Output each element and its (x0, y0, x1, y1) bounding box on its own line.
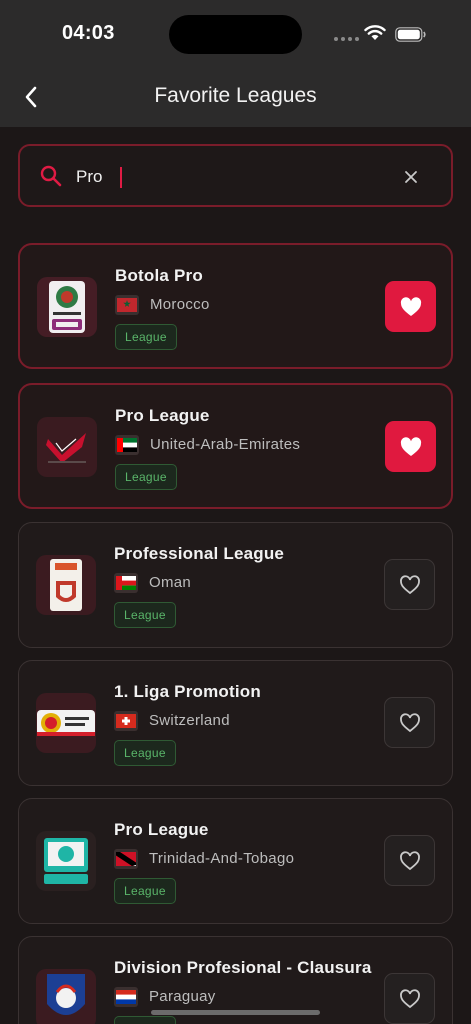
league-logo-division-profesional (36, 969, 96, 1024)
clear-search-button[interactable] (400, 166, 422, 188)
league-name: Pro League (114, 820, 209, 839)
league-country: United-Arab-Emirates (150, 436, 301, 453)
status-time: 04:03 (62, 22, 115, 44)
league-country: Oman (149, 574, 192, 591)
favorite-button[interactable] (384, 697, 435, 748)
league-name: Pro League (115, 406, 210, 425)
league-country: Morocco (150, 296, 210, 313)
battery-icon (395, 27, 427, 47)
league-type-badge: League (115, 324, 177, 350)
league-card[interactable]: Pro League Trinidad-And-Tobago League (18, 798, 453, 924)
heart-filled-icon (400, 436, 421, 456)
league-logo-botola-pro (37, 277, 97, 337)
paraguay-flag-icon (114, 987, 138, 1007)
wifi-icon (364, 24, 386, 46)
heart-outline-icon (399, 850, 420, 870)
search-icon (40, 165, 62, 192)
uae-flag-icon (115, 435, 139, 455)
signal-icon (334, 37, 359, 41)
league-name: 1. Liga Promotion (114, 682, 261, 701)
switzerland-flag-icon (114, 711, 138, 731)
page-title: Favorite Leagues (154, 84, 317, 107)
text-caret (120, 167, 122, 188)
league-logo-professional-league (36, 555, 96, 615)
league-country: Trinidad-And-Tobago (149, 850, 295, 867)
league-type-badge: League (114, 1016, 176, 1024)
heart-filled-icon (400, 296, 421, 316)
league-logo-liga-promotion (36, 693, 96, 753)
favorite-button[interactable] (384, 559, 435, 610)
close-icon (405, 171, 417, 183)
league-type-badge: League (114, 740, 176, 766)
league-type-badge: League (114, 878, 176, 904)
league-logo-pro-league-tt (36, 831, 96, 891)
heart-outline-icon (399, 712, 420, 732)
morocco-flag-icon (115, 295, 139, 315)
oman-flag-icon (114, 573, 138, 593)
league-type-badge: League (114, 602, 176, 628)
heart-outline-icon (399, 988, 420, 1008)
home-indicator (151, 1010, 320, 1015)
favorite-button[interactable] (385, 421, 436, 472)
trinidad-flag-icon (114, 849, 138, 869)
heart-outline-icon (399, 574, 420, 594)
league-logo-pro-league-uae (37, 417, 97, 477)
league-name: Division Profesional - Clausura (114, 958, 372, 977)
dynamic-island (169, 15, 302, 54)
league-name: Professional League (114, 544, 285, 563)
league-card[interactable]: Professional League Oman League (18, 522, 453, 648)
league-card[interactable]: 1. Liga Promotion Switzerland League (18, 660, 453, 786)
app-header: 04:03 Favorite Leagues (0, 0, 471, 127)
league-card[interactable]: Pro League United-Arab-Emirates League (18, 383, 453, 509)
league-name: Botola Pro (115, 266, 203, 285)
league-country: Paraguay (149, 988, 216, 1005)
favorite-button[interactable] (384, 973, 435, 1024)
favorite-button[interactable] (385, 281, 436, 332)
league-country: Switzerland (149, 712, 230, 729)
favorite-button[interactable] (384, 835, 435, 886)
league-type-badge: League (115, 464, 177, 490)
search-bar[interactable] (18, 144, 453, 207)
league-card[interactable]: Botola Pro Morocco League (18, 243, 453, 369)
